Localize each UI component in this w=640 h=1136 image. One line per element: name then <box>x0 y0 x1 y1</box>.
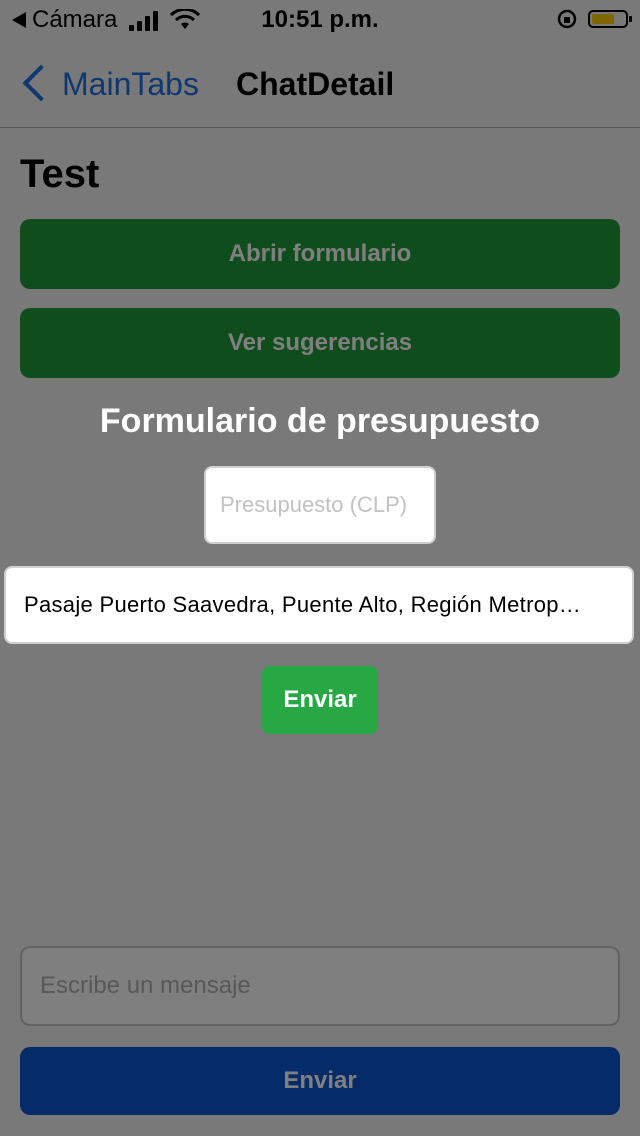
address-field[interactable]: Pasaje Puerto Saavedra, Puente Alto, Reg… <box>4 566 634 644</box>
budget-input[interactable] <box>204 466 436 544</box>
modal-title: Formulario de presupuesto <box>99 402 541 440</box>
modal-send-button[interactable]: Enviar <box>262 666 378 734</box>
